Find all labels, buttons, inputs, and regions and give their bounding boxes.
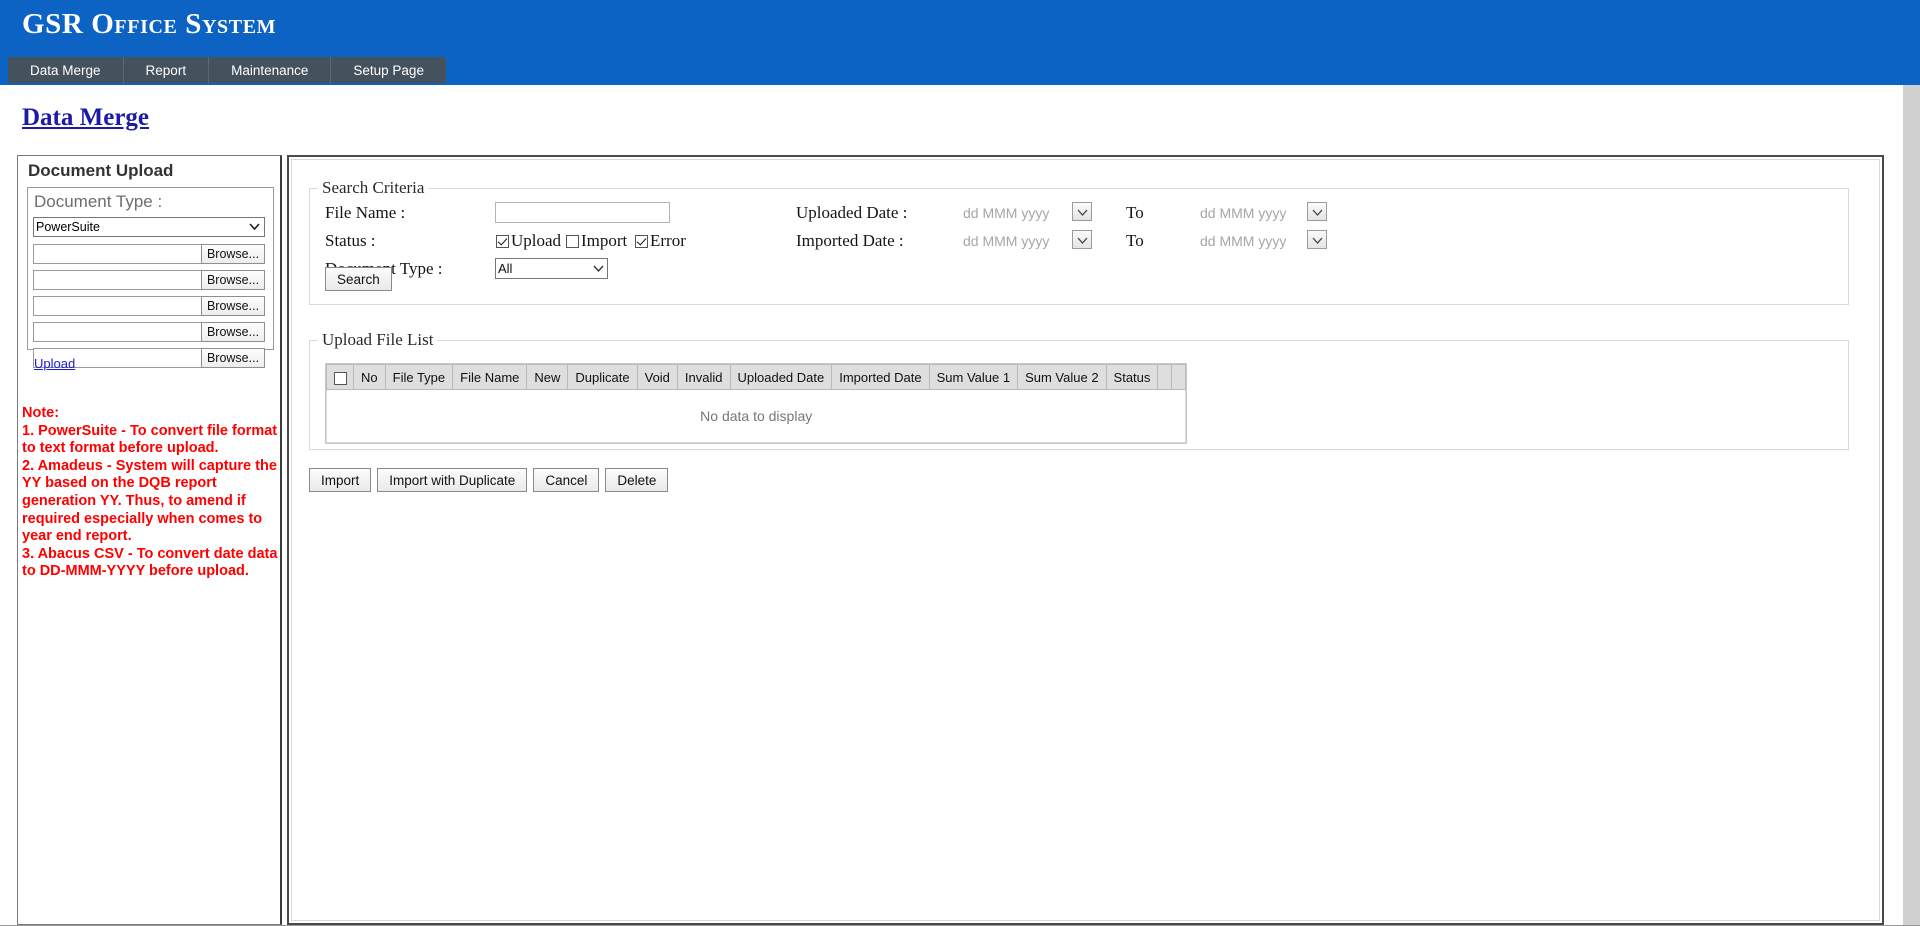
nav-tab-setup-page[interactable]: Setup Page [331, 57, 446, 83]
col-file-name[interactable]: File Name [452, 364, 528, 390]
col-void[interactable]: Void [636, 364, 678, 390]
imported-date-to-calendar-icon[interactable] [1307, 230, 1327, 249]
col-file-type[interactable]: File Type [384, 364, 454, 390]
col-uploaded-date[interactable]: Uploaded Date [729, 364, 833, 390]
select-all-header[interactable] [326, 364, 354, 390]
app-title: GSR Office System [22, 8, 277, 40]
document-type-filter-select[interactable]: All [495, 258, 608, 279]
file-upload-row-4: Browse... [33, 322, 265, 342]
table-row: No data to display [325, 389, 1187, 443]
upload-file-table: No File Type File Name New Duplicate Voi… [325, 364, 1187, 443]
upload-form: Document Type : PowerSuite Browse... Bro… [27, 187, 274, 368]
note-line-1: 1. PowerSuite - To convert file format t… [22, 422, 278, 457]
file-upload-row-2: Browse... [33, 270, 265, 290]
document-type-filter-wrapper: All [495, 258, 608, 279]
col-sum-value-2[interactable]: Sum Value 2 [1017, 364, 1107, 390]
file-path-input-2[interactable] [33, 270, 202, 290]
main-content-panel: Search Criteria File Name : Status : Upl… [287, 155, 1884, 925]
note-line-0: Note: [22, 405, 60, 421]
imported-date-to-label: To [1126, 231, 1144, 250]
nav-tab-maintenance[interactable]: Maintenance [209, 57, 332, 83]
main-content-inner: Search Criteria File Name : Status : Upl… [291, 159, 1880, 921]
upload-notes: Note: 1. PowerSuite - To convert file fo… [22, 405, 284, 581]
upload-file-list-section: Upload File List No File Type File Name [309, 330, 1849, 450]
uploaded-date-label: Uploaded Date : [796, 203, 908, 222]
imported-date-label: Imported Date : [796, 231, 904, 250]
file-name-input[interactable] [495, 202, 670, 223]
document-type-label: Document Type : [34, 192, 163, 211]
upload-file-grid: No File Type File Name New Duplicate Voi… [325, 363, 1188, 444]
browse-button-1[interactable]: Browse... [201, 244, 265, 264]
browse-button-5[interactable]: Browse... [201, 348, 265, 368]
checkbox-upload-box[interactable] [496, 234, 509, 248]
col-imported-date[interactable]: Imported Date [831, 364, 930, 390]
import-button[interactable]: Import [309, 468, 372, 492]
file-path-input-1[interactable] [33, 244, 202, 264]
status-error-label: Error [650, 231, 686, 250]
uploaded-date-from-calendar-icon[interactable] [1072, 202, 1092, 221]
uploaded-date-from-input[interactable]: dd MMM yyyy [963, 205, 1049, 221]
search-criteria-legend: Search Criteria [318, 178, 429, 198]
file-upload-row-3: Browse... [33, 296, 265, 316]
cancel-button[interactable]: Cancel [533, 468, 600, 492]
status-checkbox-upload[interactable]: Upload [496, 231, 561, 251]
browse-button-3[interactable]: Browse... [201, 296, 265, 316]
upload-link[interactable]: Upload [34, 356, 75, 371]
uploaded-date-to-calendar-icon[interactable] [1307, 202, 1327, 221]
uploaded-date-to-input[interactable]: dd MMM yyyy [1200, 205, 1286, 221]
status-checkbox-error[interactable]: Error [635, 231, 686, 251]
select-all-checkbox[interactable] [333, 371, 347, 385]
status-label: Status : [325, 231, 376, 250]
status-upload-label: Upload [511, 231, 562, 250]
imported-date-from-input[interactable]: dd MMM yyyy [963, 233, 1049, 249]
col-spacer-1 [1157, 364, 1173, 390]
col-spacer-2 [1171, 364, 1187, 390]
document-type-select[interactable]: PowerSuite [33, 217, 265, 237]
checkbox-import-box[interactable] [566, 234, 579, 248]
file-path-input-4[interactable] [33, 322, 202, 342]
status-checkbox-import[interactable]: Import [566, 231, 627, 251]
action-button-bar: Import Import with Duplicate Cancel Dele… [309, 468, 669, 492]
page-scrollbar[interactable] [1903, 85, 1920, 926]
no-data-message: No data to display [325, 389, 1187, 443]
col-no[interactable]: No [353, 364, 386, 390]
imported-date-from-calendar-icon[interactable] [1072, 230, 1092, 249]
delete-button[interactable]: Delete [605, 468, 669, 492]
table-header-row: No File Type File Name New Duplicate Voi… [326, 364, 1187, 390]
import-with-duplicate-button[interactable]: Import with Duplicate [377, 468, 528, 492]
document-upload-title: Document Upload [28, 161, 174, 180]
main-navigation: Data Merge Report Maintenance Setup Page [8, 57, 446, 83]
nav-tab-data-merge[interactable]: Data Merge [8, 57, 124, 83]
search-button[interactable]: Search [325, 267, 392, 291]
browse-button-2[interactable]: Browse... [201, 270, 265, 290]
imported-date-to-input[interactable]: dd MMM yyyy [1200, 233, 1286, 249]
col-duplicate[interactable]: Duplicate [567, 364, 638, 390]
app-window: GSR Office System Data Merge Report Main… [0, 0, 1920, 926]
status-import-label: Import [581, 231, 628, 250]
document-type-select-wrapper: PowerSuite [33, 217, 265, 237]
checkbox-error-box[interactable] [635, 234, 648, 248]
col-sum-value-1[interactable]: Sum Value 1 [928, 364, 1019, 390]
note-line-2: 2. Amadeus - System will capture the YY … [22, 457, 277, 545]
browse-button-4[interactable]: Browse... [201, 322, 265, 342]
file-name-label: File Name : [325, 203, 406, 222]
uploaded-date-to-label: To [1126, 203, 1144, 222]
upload-file-list-legend: Upload File List [318, 330, 438, 350]
col-status[interactable]: Status [1105, 364, 1159, 390]
page-title[interactable]: Data Merge [22, 104, 149, 132]
file-path-input-3[interactable] [33, 296, 202, 316]
col-new[interactable]: New [526, 364, 569, 390]
table-body: No data to display [325, 389, 1187, 443]
nav-tab-report[interactable]: Report [123, 57, 210, 83]
file-upload-row-1: Browse... [33, 244, 265, 264]
search-criteria-section: Search Criteria File Name : Status : Upl… [309, 178, 1849, 305]
note-line-3: 3. Abacus CSV - To convert date data to … [22, 545, 278, 580]
col-invalid[interactable]: Invalid [676, 364, 731, 390]
app-banner: GSR Office System Data Merge Report Main… [0, 0, 1920, 85]
